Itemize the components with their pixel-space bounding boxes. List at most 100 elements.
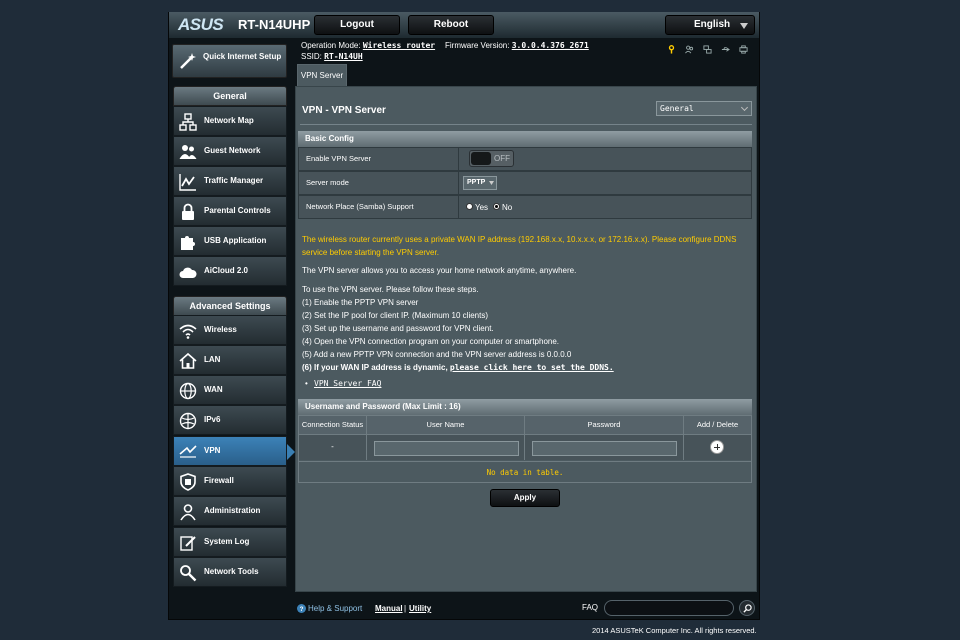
faq-search-input[interactable] [604,600,734,616]
samba-yes-label: Yes [475,203,489,212]
toggle-knob [471,152,491,165]
chevron-down-icon [740,23,748,29]
step-item: (5) Add a new PPTP VPN connection and th… [302,350,572,359]
column-header-user-name: User Name [367,416,525,434]
reboot-button[interactable]: Reboot [408,15,494,35]
usb-icon[interactable] [721,45,730,54]
operation-mode: Operation Mode: Wireless router [301,41,436,50]
apply-button[interactable]: Apply [490,489,560,507]
sidebar-item-ipv6[interactable]: IPv6 [173,405,287,435]
sidebar-item-network-map[interactable]: Network Map [173,106,287,136]
add-user-button[interactable] [710,440,724,454]
sidebar-item-label: USB Application [204,236,267,245]
step-item: (3) Set up the username and password for… [302,324,494,333]
manual-link[interactable]: Manual [375,604,403,613]
enable-vpn-toggle[interactable]: OFF [469,150,514,167]
step-item: (1) Enable the PPTP VPN server [302,298,419,307]
ipv6-globe-icon [179,412,197,430]
vpn-intro: The VPN server allows you to access your… [302,266,577,275]
empty-table-message: No data in table. [299,461,751,482]
guest-users-icon [179,145,197,159]
sidebar-item-guest-network[interactable]: Guest Network [173,136,287,166]
sidebar-item-label: LAN [204,355,221,364]
step-item: (2) Set the IP pool for client IP. (Maxi… [302,311,489,320]
password-input[interactable] [532,441,677,456]
sidebar-item-label: Guest Network [204,146,261,155]
username-input[interactable] [374,441,519,456]
samba-yes-radio[interactable] [466,203,473,210]
server-mode-label: Server mode [299,172,459,194]
network-map-icon [179,113,197,131]
faq-search-button[interactable] [739,600,755,616]
sidebar-item-traffic-manager[interactable]: Traffic Manager [173,166,287,196]
tab-vpn-server[interactable]: VPN Server [297,64,347,86]
step-6: (6) If your WAN IP address is dynamic, p… [302,363,614,372]
operation-mode-link[interactable]: Wireless router [363,41,435,50]
connection-status-cell: - [299,434,367,460]
sidebar-item-label: System Log [204,537,250,546]
language-select[interactable]: English [665,15,755,35]
faq-label: FAQ [582,603,599,612]
advanced-settings-header: Advanced Settings [173,296,287,316]
view-mode-select[interactable]: General [656,101,752,116]
ddns-warning-line-1: The wireless router currently uses a pri… [302,235,737,244]
vpn-faq-link[interactable]: VPN Server FAQ [314,379,381,388]
samba-no-radio[interactable] [493,203,500,210]
footer-separator: | [404,604,407,613]
help-icon[interactable]: ? [297,604,306,613]
sidebar-item-label: IPv6 [204,415,221,424]
steps-intro: To use the VPN server. Please follow the… [302,285,479,294]
sidebar-item-label: Administration [204,506,261,515]
server-mode-row: Server mode [298,171,752,195]
column-header-add-delete: Add / Delete [684,416,751,434]
sidebar-item-network-tools[interactable]: Network Tools [173,557,287,587]
view-mode-value: General [660,104,694,113]
sidebar-item-lan[interactable]: LAN [173,345,287,375]
samba-no-label: No [502,203,513,212]
column-header-password: Password [525,416,684,434]
edit-log-icon [180,536,196,551]
sidebar-item-vpn[interactable]: VPN [173,436,287,466]
cloud-icon [179,267,197,278]
tools-icon [180,565,197,582]
general-header: General [173,86,287,106]
sidebar-item-wan[interactable]: WAN [173,375,287,405]
copyright: 2014 ASUSTeK Computer Inc. All rights re… [592,626,757,635]
samba-label: Network Place (Samba) Support [299,196,459,218]
globe-icon [179,382,197,400]
puzzle-icon [181,236,195,250]
key-icon[interactable] [667,45,676,54]
shield-icon [180,473,196,491]
help-support-link[interactable]: Help & Support [308,604,362,613]
sidebar-item-administration[interactable]: Administration [173,496,287,526]
page-title: VPN - VPN Server [302,105,386,116]
printer-icon[interactable] [739,45,748,54]
active-item-indicator [287,444,295,460]
sidebar-item-usb-application[interactable]: USB Application [173,226,287,256]
vpn-icon [179,445,197,458]
sidebar-item-label: Traffic Manager [204,176,264,185]
firmware-link[interactable]: 3.0.0.4.376_2671 [512,41,589,50]
logout-button[interactable]: Logout [314,15,400,35]
sidebar-item-parental-controls[interactable]: Parental Controls [173,196,287,226]
sidebar-item-aicloud[interactable]: AiCloud 2.0 [173,256,287,286]
ddns-setup-link[interactable]: please click here to set the DDNS. [450,363,614,372]
samba-row: Network Place (Samba) Support [298,195,752,219]
utility-link[interactable]: Utility [409,604,431,613]
clients-icon[interactable] [685,45,694,54]
sidebar-item-label: VPN [204,446,221,455]
model-name: RT-N14UHP [238,17,311,32]
enable-vpn-label: Enable VPN Server [299,148,459,170]
sidebar-item-firewall[interactable]: Firewall [173,466,287,496]
search-icon [743,604,752,613]
quick-internet-setup-button[interactable]: Quick Internet Setup [172,44,287,78]
sidebar-item-system-log[interactable]: System Log [173,527,287,557]
network-icon[interactable] [703,45,712,54]
chevron-down-icon [740,103,749,112]
firmware-version: Firmware Version: 3.0.0.4.376_2671 [445,41,589,50]
sidebar-item-label: Network Map [204,116,254,125]
svg-text:?: ? [300,606,304,613]
ssid-value: RT-N14UH [324,52,363,61]
sidebar-item-wireless[interactable]: Wireless [173,315,287,345]
user-table-header: Username and Password (Max Limit : 16) [298,399,752,415]
